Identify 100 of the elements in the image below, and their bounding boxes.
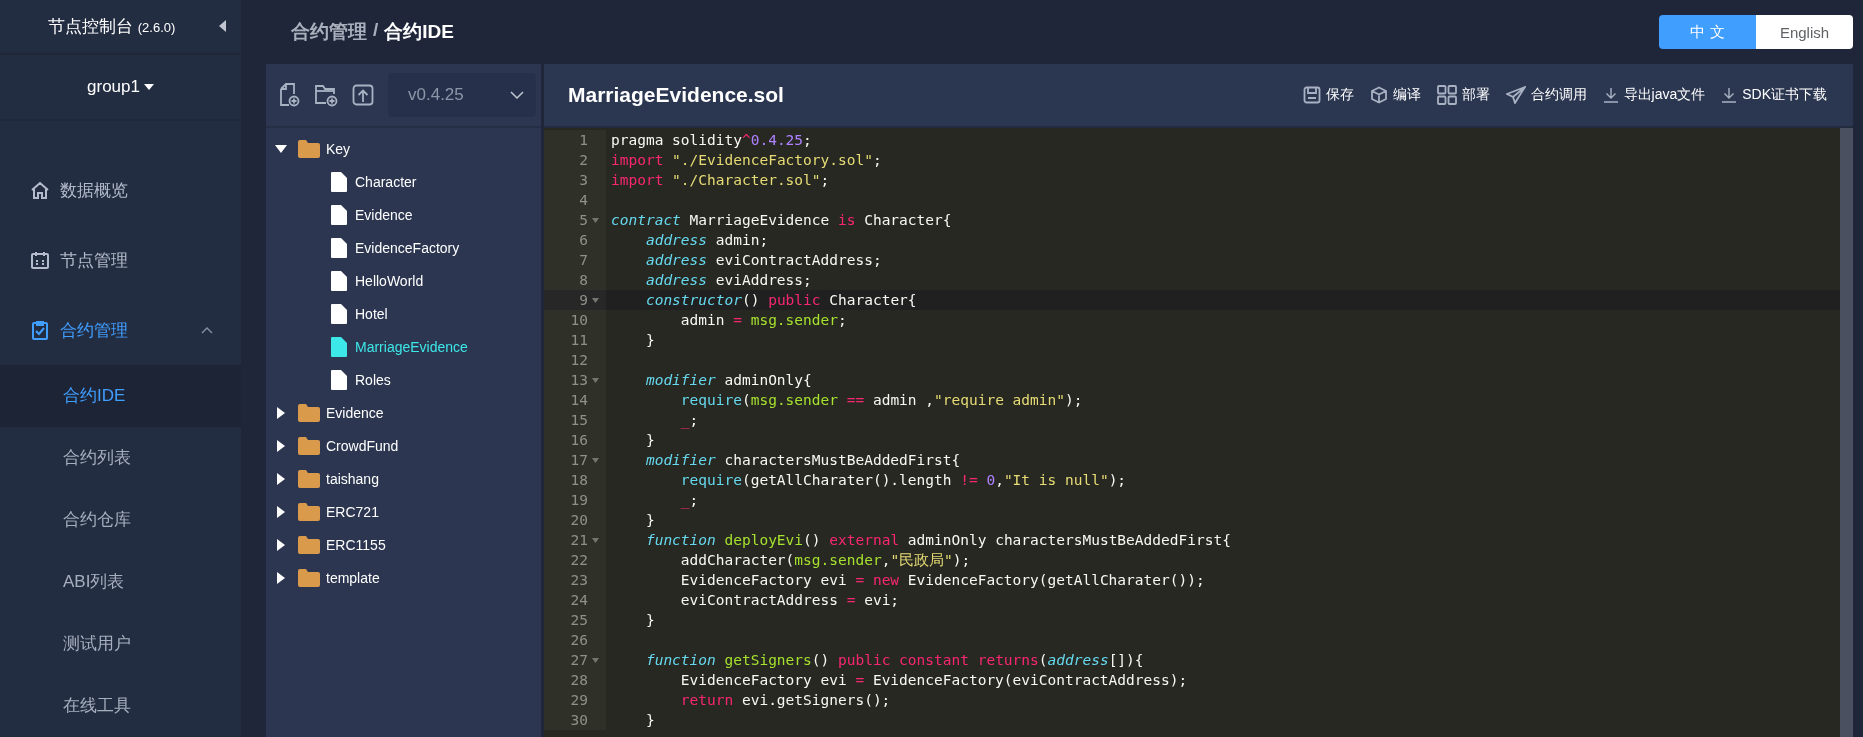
line-number: 19 — [570, 492, 588, 508]
line-number: 6 — [579, 232, 588, 248]
code-line: import "./Character.sol"; — [610, 172, 830, 188]
line-number: 30 — [570, 712, 588, 728]
fold-icon[interactable] — [591, 297, 599, 303]
code-line: _; — [679, 492, 699, 508]
file-icon — [331, 303, 347, 324]
code-line: function deployEvi() external adminOnly charactersMustBeAddedFirst{ — [644, 532, 1231, 548]
tree-item[interactable]: ERC1155 — [266, 528, 541, 561]
toolbar-button[interactable]: 合约调用 — [1505, 85, 1587, 105]
code-line: } — [644, 712, 655, 728]
line-number: 28 — [570, 672, 588, 688]
code-line: modifier charactersMustBeAddedFirst{ — [644, 452, 961, 468]
submenu-item[interactable]: 合约仓库 — [0, 489, 241, 551]
save-icon — [1302, 86, 1321, 104]
group-dropdown[interactable]: group1 — [0, 54, 241, 121]
tree-item[interactable]: MarriageEvidence — [266, 330, 541, 363]
line-number: 18 — [570, 472, 588, 488]
submenu-item[interactable]: 合约列表 — [0, 427, 241, 489]
code-line: _; — [679, 412, 699, 428]
code-line: EvidenceFactory evi = EvidenceFactory(eviContractAddress); — [679, 672, 1188, 688]
file-icon — [331, 270, 347, 291]
new-file-icon[interactable] — [278, 83, 300, 107]
tree-item[interactable]: CrowdFund — [266, 429, 541, 462]
home-icon — [30, 180, 50, 200]
line-number: 1 — [579, 132, 588, 148]
calendar-icon — [30, 250, 50, 270]
folder-icon — [298, 403, 320, 422]
tree-item[interactable]: Key — [266, 132, 541, 165]
language-option[interactable]: English — [1756, 15, 1853, 49]
upload-icon[interactable] — [352, 84, 374, 106]
toolbar-button[interactable]: 保存 — [1302, 85, 1354, 105]
tree-item[interactable]: Character — [266, 165, 541, 198]
tree-item[interactable]: HelloWorld — [266, 264, 541, 297]
code-line: } — [644, 332, 655, 348]
tree-item[interactable]: template — [266, 561, 541, 594]
menu-item[interactable]: 节点管理 — [0, 225, 241, 295]
breadcrumb-link[interactable]: 合约管理 — [291, 19, 367, 45]
line-number: 17 — [570, 452, 588, 468]
line-number: 22 — [570, 552, 588, 568]
code-line: eviContractAddress = evi; — [679, 592, 900, 608]
fold-icon[interactable] — [591, 457, 599, 463]
tree-item[interactable]: taishang — [266, 462, 541, 495]
menu-item[interactable]: 合约管理 — [0, 295, 241, 365]
scrollbar[interactable] — [1840, 128, 1853, 737]
tree-item[interactable]: Evidence — [266, 198, 541, 231]
tree-item[interactable]: EvidenceFactory — [266, 231, 541, 264]
line-number: 23 — [570, 572, 588, 588]
code-line: contract MarriageEvidence is Character{ — [610, 212, 952, 228]
download-icon — [1602, 87, 1619, 103]
clipboard-check-icon — [30, 320, 50, 340]
code-line: require(msg.sender == admin ,"require admin"); — [679, 392, 1083, 408]
folder-icon — [298, 568, 320, 587]
fold-icon[interactable] — [591, 217, 599, 223]
line-number: 4 — [579, 192, 588, 208]
paper-plane-icon — [1505, 86, 1526, 104]
toolbar-button[interactable]: 部署 — [1436, 85, 1490, 105]
line-number: 12 — [570, 352, 588, 368]
code-line: return evi.getSigners(); — [679, 692, 891, 708]
line-number: 29 — [570, 692, 588, 708]
code-line: EvidenceFactory evi = new EvidenceFactory(getAllCharater()); — [679, 572, 1205, 588]
submenu-item[interactable]: ABI列表 — [0, 551, 241, 613]
page-title: 合约IDE — [384, 20, 454, 44]
folder-icon — [298, 436, 320, 455]
code-line: require(getAllCharater().length != 0,"It is null"); — [679, 472, 1127, 488]
line-number: 11 — [570, 332, 588, 348]
code-line: address eviContractAddress; — [644, 252, 882, 268]
line-number: 15 — [570, 412, 588, 428]
new-folder-icon[interactable] — [314, 83, 338, 107]
fold-icon[interactable] — [591, 657, 599, 663]
line-number: 27 — [570, 652, 588, 668]
line-number: 9 — [579, 292, 588, 308]
folder-icon — [298, 469, 320, 488]
submenu-item[interactable]: 测试用户 — [0, 613, 241, 675]
toolbar-button[interactable]: SDK证书下载 — [1721, 85, 1827, 105]
line-number: 16 — [570, 432, 588, 448]
file-icon — [331, 336, 347, 357]
code-line: admin = msg.sender; — [679, 312, 847, 328]
line-number: 24 — [570, 592, 588, 608]
folder-icon — [298, 502, 320, 521]
fold-icon[interactable] — [591, 537, 599, 543]
code-line: } — [644, 512, 655, 528]
submenu-item[interactable]: 在线工具 — [0, 675, 241, 737]
code-line: address admin; — [644, 232, 769, 248]
file-icon — [331, 204, 347, 225]
collapse-icon[interactable] — [217, 19, 227, 34]
folder-icon — [298, 139, 320, 158]
line-number: 3 — [579, 172, 588, 188]
tree-item[interactable]: ERC721 — [266, 495, 541, 528]
line-number: 2 — [579, 152, 588, 168]
tree-item[interactable]: Evidence — [266, 396, 541, 429]
tree-item[interactable]: Roles — [266, 363, 541, 396]
menu-item[interactable]: 数据概览 — [0, 155, 241, 225]
version-select[interactable]: v0.4.25 — [388, 73, 536, 117]
tree-item[interactable]: Hotel — [266, 297, 541, 330]
code-line: } — [644, 432, 655, 448]
toolbar-button[interactable]: 编译 — [1369, 85, 1421, 105]
fold-icon[interactable] — [591, 377, 599, 383]
submenu-item[interactable]: 合约IDE — [0, 365, 241, 427]
toolbar-button[interactable]: 导出java文件 — [1602, 85, 1706, 105]
